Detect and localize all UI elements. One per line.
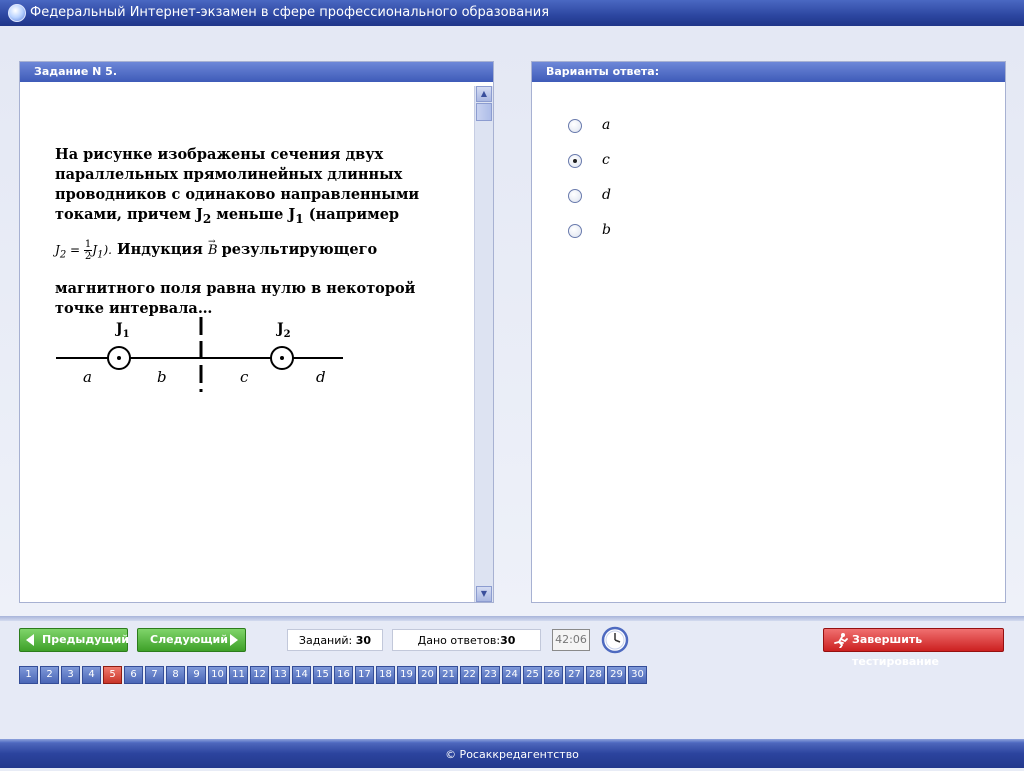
page-button-24[interactable]: 24 xyxy=(502,666,521,684)
page-button-23[interactable]: 23 xyxy=(481,666,500,684)
finish-label: Завершить тестирование xyxy=(852,633,940,668)
page-button-7[interactable]: 7 xyxy=(145,666,164,684)
page-button-21[interactable]: 21 xyxy=(439,666,458,684)
answer-header: Варианты ответа: xyxy=(532,62,1005,82)
radio-button[interactable] xyxy=(568,224,582,238)
page-button-30[interactable]: 30 xyxy=(628,666,647,684)
title-bar: Федеральный Интернет-экзамен в сфере про… xyxy=(0,0,1024,26)
next-button[interactable]: Следующий xyxy=(137,628,246,652)
vector-arrow-icon: → xyxy=(207,236,216,247)
window-title: Федеральный Интернет-экзамен в сфере про… xyxy=(30,5,550,20)
page-button-19[interactable]: 19 xyxy=(397,666,416,684)
tasks-label: Заданий: xyxy=(298,634,356,647)
radio-button-selected[interactable] xyxy=(568,154,582,168)
answers-label: Дано ответов: xyxy=(417,634,501,647)
question-after-formula: Индукция xyxy=(111,240,208,258)
page-button-22[interactable]: 22 xyxy=(460,666,479,684)
page-button-12[interactable]: 12 xyxy=(250,666,269,684)
tasks-count: 30 xyxy=(355,634,372,647)
answers-count-box: Дано ответов:30 xyxy=(392,629,541,651)
interval-b: b xyxy=(157,368,167,386)
finish-test-button[interactable]: Завершить тестирование xyxy=(823,628,1004,668)
footer-text: © Росаккредагентство xyxy=(445,748,579,761)
app-logo-icon xyxy=(8,4,26,22)
answer-label: b xyxy=(602,222,611,238)
page-button-8[interactable]: 8 xyxy=(166,666,185,684)
prev-button[interactable]: Предыдущий xyxy=(19,628,130,652)
subscript-1: 1 xyxy=(295,211,304,226)
answer-label: a xyxy=(602,117,611,133)
page-button-29[interactable]: 29 xyxy=(607,666,626,684)
page-button-2[interactable]: 2 xyxy=(40,666,59,684)
page-button-9[interactable]: 9 xyxy=(187,666,206,684)
page-button-18[interactable]: 18 xyxy=(376,666,395,684)
footer: © Росаккредагентство xyxy=(0,739,1024,768)
page-button-26[interactable]: 26 xyxy=(544,666,563,684)
page-button-10[interactable]: 10 xyxy=(208,666,227,684)
task-header: Задание N 5. xyxy=(20,62,493,82)
vector-b: → B xyxy=(208,237,222,258)
conductor-2-dot xyxy=(280,356,284,360)
scroll-up-icon[interactable]: ▲ xyxy=(476,86,492,102)
page-button-20[interactable]: 20 xyxy=(418,666,437,684)
label-j2: J2 xyxy=(275,321,291,340)
question-tail: (например xyxy=(303,206,400,223)
interval-d: d xyxy=(316,368,326,386)
page-button-16[interactable]: 16 xyxy=(334,666,353,684)
page-button-1[interactable]: 1 xyxy=(19,666,38,684)
fraction: 12 xyxy=(83,238,93,262)
scroll-down-icon[interactable]: ▼ xyxy=(476,586,492,602)
formula-line: J2 = 1 2 J1). Индукция → B результирующего xyxy=(55,237,450,265)
page-button-25[interactable]: 25 xyxy=(523,666,542,684)
radio-button[interactable] xyxy=(568,119,582,133)
formula: J2 = 1 2 J1). xyxy=(55,239,112,262)
prev-label: Предыдущий xyxy=(42,633,130,646)
conductor-1-dot xyxy=(117,356,121,360)
page-button-11[interactable]: 11 xyxy=(229,666,248,684)
question-text: На рисунке изображены сечения двух парал… xyxy=(55,145,450,319)
scroll-thumb[interactable] xyxy=(476,103,492,121)
runner-icon xyxy=(834,633,848,648)
question-paragraph: На рисунке изображены сечения двух парал… xyxy=(55,145,450,229)
fraction-denominator: 2 xyxy=(84,250,92,262)
question-after-vec: результирующего xyxy=(221,240,378,258)
fraction-numerator: 1 xyxy=(83,238,93,251)
next-label: Следующий xyxy=(150,633,228,646)
task-panel: Задание N 5. На рисунке изображены сечен… xyxy=(19,61,494,603)
interval-c: c xyxy=(240,368,249,386)
label-j1: J1 xyxy=(114,321,130,340)
page-button-15[interactable]: 15 xyxy=(313,666,332,684)
formula-eq: = xyxy=(66,242,84,257)
formula-close: ). xyxy=(103,242,112,257)
clock-icon xyxy=(601,626,629,654)
page-button-27[interactable]: 27 xyxy=(565,666,584,684)
interval-a: a xyxy=(83,368,92,386)
page-button-28[interactable]: 28 xyxy=(586,666,605,684)
answer-label: c xyxy=(602,152,610,168)
footer-stripe xyxy=(0,739,1024,743)
page-button-4[interactable]: 4 xyxy=(82,666,101,684)
arrow-left-icon xyxy=(26,634,34,646)
conductor-diagram: J1 J2 a b c d xyxy=(56,317,343,392)
page-button-13[interactable]: 13 xyxy=(271,666,290,684)
page-button-17[interactable]: 17 xyxy=(355,666,374,684)
answers-count: 30 xyxy=(500,634,516,647)
answer-label: d xyxy=(602,187,611,203)
answer-panel: Варианты ответа: a c d b xyxy=(531,61,1006,603)
radio-button[interactable] xyxy=(568,189,582,203)
tasks-count-box: Заданий: 30 xyxy=(287,629,383,651)
page-button-5[interactable]: 5 xyxy=(103,666,122,684)
question-mid: меньше J xyxy=(211,206,296,223)
page-button-14[interactable]: 14 xyxy=(292,666,311,684)
arrow-right-icon xyxy=(230,634,238,646)
timer-display: 42:06 xyxy=(552,629,590,651)
task-scrollbar[interactable]: ▲ ▼ xyxy=(474,86,493,602)
page-button-3[interactable]: 3 xyxy=(61,666,80,684)
subscript-2: 2 xyxy=(202,211,212,226)
page-button-6[interactable]: 6 xyxy=(124,666,143,684)
